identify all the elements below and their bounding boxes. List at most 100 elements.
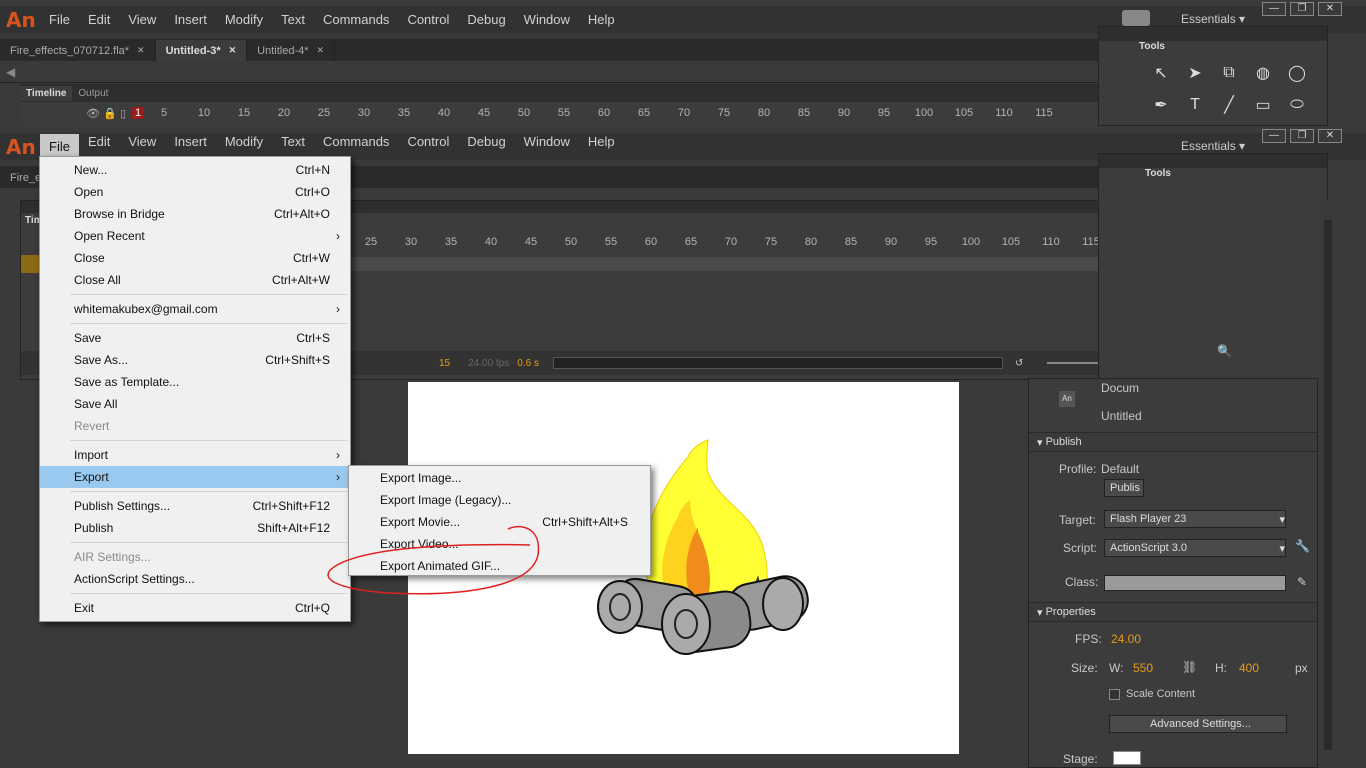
file-menu-item-browse-in-bridge[interactable]: Browse in Bridge Ctrl+Alt+O [40, 203, 350, 225]
pen-tool-icon[interactable]: ✒ [1149, 93, 1173, 117]
close-tab-icon[interactable]: ✕ [229, 45, 237, 56]
file-menu-item-open[interactable]: Open Ctrl+O [40, 181, 350, 203]
advanced-settings-button[interactable]: Advanced Settings... [1109, 715, 1287, 733]
oval-tool-icon[interactable]: ⬭ [1285, 93, 1309, 117]
publish-settings-button[interactable]: Publis [1104, 479, 1144, 497]
file-menu-item-publish[interactable]: Publish Shift+Alt+F12 [40, 517, 350, 539]
back-arrow-icon[interactable]: ◀ [6, 65, 15, 79]
file-menu-item-new[interactable]: New... Ctrl+N [40, 159, 350, 181]
menu-item-label: Export [74, 470, 109, 484]
subselection-tool-icon[interactable]: ➤ [1183, 61, 1207, 85]
file-menu-item-actionscript-settings[interactable]: ActionScript Settings... [40, 568, 350, 590]
menu-help[interactable]: Help [579, 134, 624, 159]
file-menu-item-save-as[interactable]: Save As... Ctrl+Shift+S [40, 349, 350, 371]
export-item-export-image-legacy[interactable]: Export Image (Legacy)... [349, 489, 650, 511]
menu-separator [70, 593, 348, 594]
layer-row[interactable] [21, 255, 41, 273]
stage-color-swatch[interactable] [1113, 751, 1141, 765]
properties-section-header[interactable]: ▾ Properties [1029, 602, 1317, 622]
export-item-export-image[interactable]: Export Image... [349, 467, 650, 489]
3d-rotation-icon[interactable]: ◍ [1251, 61, 1275, 85]
file-menu-item-import[interactable]: Import › [40, 444, 350, 466]
timeline-scrollbar[interactable] [552, 357, 1003, 369]
minimize-icon[interactable]: — [1262, 129, 1286, 143]
menu-edit[interactable]: Edit [79, 12, 119, 27]
tab-output[interactable]: Output [72, 86, 114, 101]
file-menu-item-open-recent[interactable]: Open Recent › [40, 225, 350, 247]
file-menu-item-save-as-template[interactable]: Save as Template... [40, 371, 350, 393]
maximize-icon[interactable]: ❐ [1290, 129, 1314, 143]
close-icon[interactable]: ✕ [1318, 2, 1342, 16]
tab-timeline[interactable]: Timeline [20, 85, 73, 101]
current-frame-value[interactable]: 15 [439, 358, 450, 369]
menu-window[interactable]: Window [515, 12, 579, 27]
width-input[interactable]: 550 [1133, 661, 1153, 675]
profile-value[interactable]: Default [1101, 462, 1139, 476]
playhead[interactable]: 1 [132, 107, 144, 119]
class-input[interactable] [1104, 575, 1286, 591]
script-dropdown[interactable]: ActionScript 3.0 ▾ [1104, 539, 1286, 557]
file-menu-item-close[interactable]: Close Ctrl+W [40, 247, 350, 269]
frame-track[interactable] [351, 257, 1181, 271]
menu-debug[interactable]: Debug [458, 134, 514, 159]
menu-control[interactable]: Control [398, 134, 458, 159]
file-menu-item-close-all[interactable]: Close All Ctrl+Alt+W [40, 269, 350, 291]
loop-icon[interactable]: ↺ [1015, 358, 1023, 369]
text-tool-icon[interactable]: T [1183, 93, 1207, 117]
file-menu-item-export[interactable]: Export › [40, 466, 350, 488]
free-transform-icon[interactable]: ⧉ [1217, 61, 1241, 85]
menu-text[interactable]: Text [272, 12, 314, 27]
menu-debug[interactable]: Debug [458, 12, 514, 27]
close-tab-icon[interactable]: ✕ [137, 45, 145, 56]
zoom-tool-icon[interactable]: 🔍 [1217, 344, 1232, 358]
file-menu-item-whitemakubex-gmail-com[interactable]: whitemakubex@gmail.com › [40, 298, 350, 320]
maximize-icon[interactable]: ❐ [1290, 2, 1314, 16]
menu-insert[interactable]: Insert [165, 12, 216, 27]
close-icon[interactable]: ✕ [1318, 129, 1342, 143]
scale-content-checkbox[interactable] [1109, 689, 1120, 700]
menu-view[interactable]: View [119, 12, 165, 27]
file-menu-item-publish-settings[interactable]: Publish Settings... Ctrl+Shift+F12 [40, 495, 350, 517]
fps-input[interactable]: 24.00 [1111, 632, 1141, 646]
height-input[interactable]: 400 [1239, 661, 1259, 675]
close-tab-icon[interactable]: ✕ [317, 45, 325, 56]
target-dropdown[interactable]: Flash Player 23 ▾ [1104, 510, 1286, 528]
menu-file[interactable]: File [40, 12, 79, 27]
frame-number: 70 [724, 236, 738, 248]
frame-number: 85 [844, 236, 858, 248]
rectangle-tool-icon[interactable]: ▭ [1251, 93, 1275, 117]
minimize-icon[interactable]: — [1262, 2, 1286, 16]
file-menu-item-air-settings[interactable]: AIR Settings... [40, 546, 350, 568]
tab-label: Untitled-3* [165, 44, 221, 57]
file-menu-item-save-all[interactable]: Save All [40, 393, 350, 415]
menu-window[interactable]: Window [515, 134, 579, 159]
tab-document[interactable]: Untitled-4* ✕ [247, 40, 336, 61]
file-menu-item-save[interactable]: Save Ctrl+S [40, 327, 350, 349]
pencil-icon[interactable]: ✎ [1297, 575, 1307, 589]
vertical-scrollbar[interactable] [1324, 220, 1332, 750]
frame-ruler[interactable]: 👁 🔒 ▯ 1 5 10 15 20 25 30 35 40 45 50 55 60 65 70 75 80 8… [20, 102, 1098, 124]
size-label: Size: [1071, 661, 1098, 675]
frame-number: 110 [995, 107, 1013, 119]
workspace-switcher-front[interactable]: Essentials ▾ [1181, 139, 1245, 153]
frame-ruler-front[interactable]: 25 30 35 40 45 50 55 60 65 70 75 80 85 90 95 100 105 110 1… [351, 231, 1151, 253]
file-menu-item-revert[interactable]: Revert [40, 415, 350, 437]
menu-help[interactable]: Help [579, 12, 624, 27]
menu-commands[interactable]: Commands [314, 12, 398, 27]
menu-item-shortcut: Ctrl+Shift+S [265, 353, 330, 367]
menu-control[interactable]: Control [398, 12, 458, 27]
eye-lock-icons[interactable]: 👁 🔒 ▯ [20, 107, 132, 120]
tab-document[interactable]: Fire_effects_070712.fla* ✕ [0, 40, 156, 61]
line-tool-icon[interactable]: ╱ [1217, 93, 1241, 117]
workspace-switcher[interactable]: Essentials ▾ [1181, 12, 1245, 26]
untitled-label: Untitled [1101, 409, 1142, 423]
selection-tool-icon[interactable]: ↖ [1149, 61, 1173, 85]
file-menu-item-exit[interactable]: Exit Ctrl+Q [40, 597, 350, 619]
sync-icon[interactable] [1122, 10, 1150, 26]
tab-document[interactable]: Untitled-3* ✕ [155, 40, 248, 61]
menu-modify[interactable]: Modify [216, 12, 272, 27]
wrench-icon[interactable]: 🔧 [1295, 539, 1310, 553]
publish-section-header[interactable]: ▾ Publish [1029, 432, 1317, 452]
lasso-icon[interactable]: ◯ [1285, 61, 1309, 85]
link-icon[interactable]: ⛓ [1182, 660, 1197, 674]
